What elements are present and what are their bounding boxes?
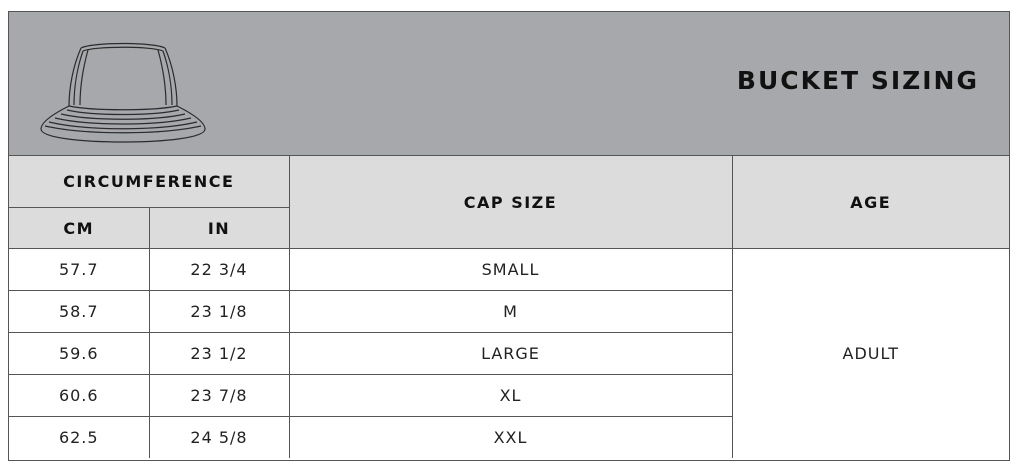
cap-size-cell: XL [288,374,733,417]
cap-size-cell: LARGE [288,332,733,375]
age-header: AGE [731,156,1009,249]
size-table: CIRCUMFERENCE CAP SIZE AGE CM IN 57.7 22… [9,156,1009,458]
header-row: CIRCUMFERENCE CAP SIZE AGE [9,156,1009,249]
cm-cell: 58.7 [9,290,150,333]
cm-cell: 57.7 [9,248,150,291]
in-cell: 24 5/8 [148,416,290,458]
cm-cell: 60.6 [9,374,150,417]
bucket-hat-icon [40,42,206,143]
in-header: IN [148,207,289,249]
cap-size-cell: SMALL [288,248,733,291]
in-cell: 23 1/8 [148,290,290,333]
cap-size-cell: XXL [288,416,733,458]
page-title: BUCKET SIZING [736,66,979,95]
sizing-chart: BUCKET SIZING CIRCUMFERENCE CAP SIZE AGE… [8,11,1010,461]
cap-size-header: CAP SIZE [288,156,733,249]
in-cell: 22 3/4 [148,248,290,291]
table-row: 57.7 22 3/4 SMALL ADULT [9,248,1009,458]
in-cell: 23 1/2 [148,332,290,375]
cm-cell: 59.6 [9,332,150,375]
cm-header: CM [9,207,150,249]
in-cell: 23 7/8 [148,374,290,417]
cm-cell: 62.5 [9,416,150,458]
circumference-header: CIRCUMFERENCE [9,156,290,208]
cap-size-cell: M [288,290,733,333]
banner: BUCKET SIZING [9,12,1009,156]
age-cell: ADULT [731,248,1009,458]
